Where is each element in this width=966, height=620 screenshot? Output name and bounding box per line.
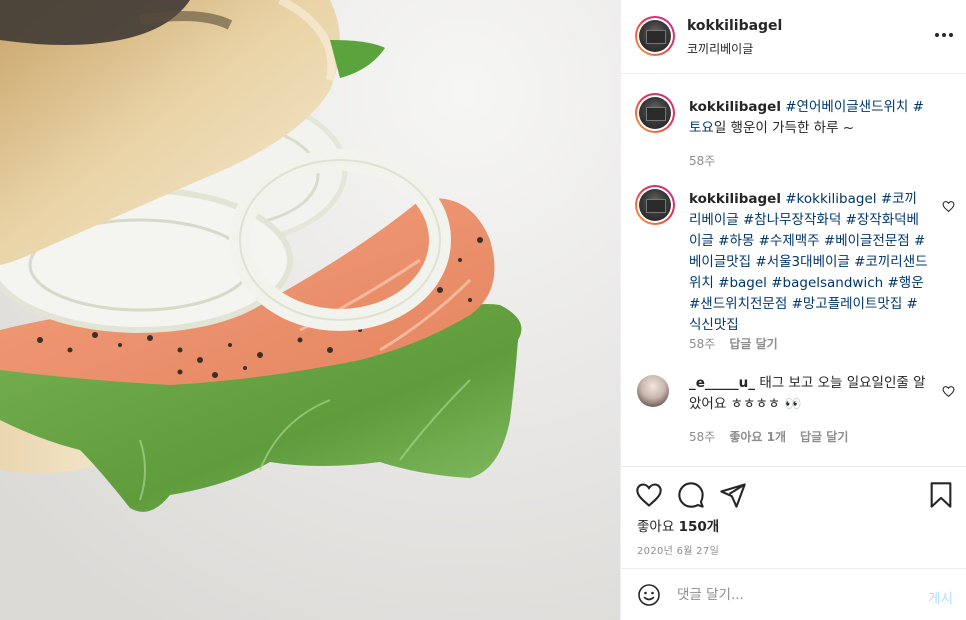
add-comment-bar: 게시 [621, 568, 966, 620]
comment-input[interactable] [677, 583, 897, 607]
comment-icon[interactable] [677, 481, 705, 509]
reply-button[interactable]: 답글 달기 [800, 428, 848, 445]
comment-meta: 58주 답글 달기 [689, 335, 778, 352]
post-panel: kokkilibagel 코끼리베이글 kokkilibagel #연어베이글샌… [620, 0, 966, 620]
likes-number: 150개 [678, 519, 720, 535]
comments-list[interactable]: kokkilibagel #연어베이글샌드위치 #토요일 행운이 가득한 하루 … [621, 75, 966, 465]
hashtag[interactable]: #샌드위치전문점 [689, 296, 787, 312]
heart-icon[interactable] [635, 481, 663, 509]
comment-item: _e_____u_ 태그 보고 오늘 일요일인줄 알았어요 ㅎㅎㅎㅎ 👀 58주… [621, 373, 966, 453]
hashtag[interactable]: #하몽 [718, 233, 754, 249]
instagram-post: kokkilibagel 코끼리베이글 kokkilibagel #연어베이글샌… [0, 0, 966, 620]
hashtag[interactable]: #수제맥주 [759, 233, 820, 249]
hashtag[interactable]: #망고플레이트맛집 [792, 296, 903, 312]
timestamp[interactable]: 58주 [689, 428, 715, 445]
avatar[interactable] [635, 185, 675, 225]
share-icon[interactable] [719, 481, 747, 509]
caption-body: 일 행운이 가득한 하루 ~ [713, 120, 855, 136]
comment-item: kokkilibagel #kokkilibagel #코끼리베이글 #참나무장… [621, 185, 966, 365]
post-photo[interactable] [0, 0, 620, 620]
post-date[interactable]: 2020년 6월 27일 [637, 542, 719, 557]
post-header: kokkilibagel 코끼리베이글 [621, 0, 966, 74]
caption-text: kokkilibagel #연어베이글샌드위치 #토요일 행운이 가득한 하루 … [689, 97, 929, 139]
bagel-sandwich-image [0, 0, 620, 620]
hashtag[interactable]: #bagelsandwich [771, 275, 883, 291]
more-options-icon[interactable] [935, 26, 953, 44]
hashtag[interactable]: #연어베이글샌드위치 [785, 99, 908, 115]
comment-username[interactable]: kokkilibagel [689, 191, 781, 207]
caption: kokkilibagel #연어베이글샌드위치 #토요일 행운이 가득한 하루 … [621, 93, 966, 183]
bookmark-icon[interactable] [927, 481, 955, 509]
hashtag[interactable]: #서울3대베이글 [755, 254, 849, 270]
post-comment-button[interactable]: 게시 [928, 587, 953, 607]
emoji-icon[interactable] [637, 583, 661, 607]
timestamp[interactable]: 58주 [689, 335, 715, 352]
comment-text: kokkilibagel #kokkilibagel #코끼리베이글 #참나무장… [689, 189, 929, 336]
avatar[interactable] [635, 16, 675, 56]
reply-button[interactable]: 답글 달기 [729, 335, 777, 352]
likes-label: 좋아요 [637, 519, 675, 535]
timestamp[interactable]: 58주 [689, 152, 715, 169]
comment-username[interactable]: _e_____u_ [689, 375, 755, 391]
comment-like-icon[interactable] [942, 385, 955, 398]
post-actions: 좋아요 150개 2020년 6월 27일 [621, 466, 966, 566]
hashtag[interactable]: #bagel [718, 275, 767, 291]
header-username[interactable]: kokkilibagel [687, 18, 782, 34]
comment-text: _e_____u_ 태그 보고 오늘 일요일인줄 알았어요 ㅎㅎㅎㅎ 👀 [689, 373, 929, 415]
hashtag[interactable]: #행운 [888, 275, 924, 291]
avatar[interactable] [635, 93, 675, 133]
caption-username[interactable]: kokkilibagel [689, 99, 781, 115]
hashtag[interactable]: #베이글전문점 [824, 233, 910, 249]
header-location[interactable]: 코끼리베이글 [687, 40, 753, 57]
comment-like-icon[interactable] [942, 200, 955, 213]
hashtag[interactable]: #참나무장작화덕 [743, 212, 841, 228]
hashtag[interactable]: #kokkilibagel [785, 191, 876, 207]
comment-meta: 58주 좋아요 1개 답글 달기 [689, 428, 848, 445]
comment-likes[interactable]: 좋아요 1개 [729, 428, 786, 445]
caption-meta: 58주 [689, 152, 715, 169]
likes-count[interactable]: 좋아요 150개 [637, 515, 719, 535]
avatar[interactable] [637, 375, 669, 407]
